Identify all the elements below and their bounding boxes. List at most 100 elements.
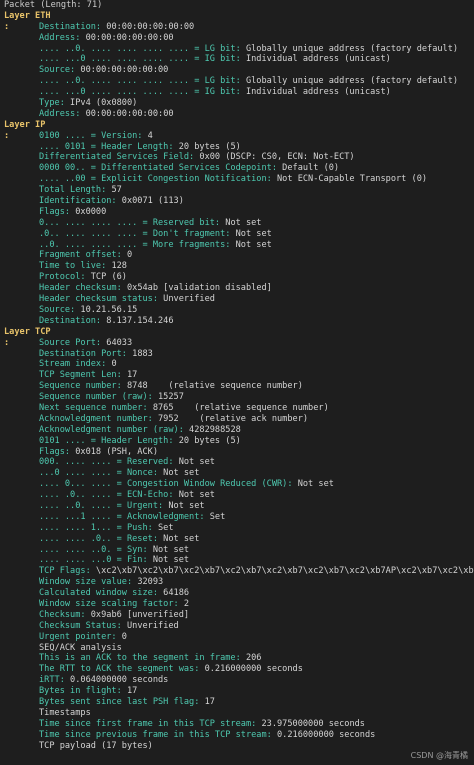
field-value: Globally unique address (factory default… (240, 43, 459, 54)
layer-title[interactable]: Layer TCP (0, 327, 474, 338)
field-row: Checksum Status: Unverified (0, 621, 474, 632)
field-row: .... ..00 = Explicit Congestion Notifica… (0, 174, 474, 185)
field-value: Individual address (unicast) (240, 54, 391, 65)
field-row: Sequence number: 8748 (relative sequence… (0, 381, 474, 392)
field-key: Protocol: (39, 272, 86, 283)
field-row: Total Length: 57 (0, 185, 474, 196)
field-row: Differentiated Services Field: 0x00 (DSC… (0, 152, 474, 163)
field-row: 000. .... .... = Reserved: Not set (0, 457, 474, 468)
field-row: Identification: 0x0071 (113) (0, 196, 474, 207)
layer-colon-marker: : (4, 21, 10, 32)
packet-header: Packet (Length: 71) (4, 0, 103, 10)
field-key: ..0. .... .... .... = More fragments: (39, 239, 231, 250)
field-row: .... .... .0.. = Reset: Not set (0, 534, 474, 545)
field-key: The RTT to ACK the segment was: (39, 664, 200, 675)
field-key: Time to live: (39, 261, 107, 272)
field-row: Checksum: 0x9ab6 [unverified] (0, 610, 474, 621)
layer-colon-marker: : (4, 337, 10, 348)
field-key: .... .... .0.. = Reset: (39, 533, 158, 544)
field-row: SEQ/ACK analysis (0, 643, 474, 654)
field-value: Not set (158, 533, 200, 544)
field-value: 23.975000000 seconds (256, 718, 365, 729)
field-row: Type: IPv4 (0x0800) (0, 98, 474, 109)
field-key: Flags: (39, 206, 71, 217)
field-key: Type: (39, 98, 65, 109)
field-value: 2 (178, 598, 190, 609)
field-key: iRTT: (39, 675, 65, 686)
field-value: 7952 (relative ack number) (152, 413, 309, 424)
layer-title[interactable]: Layer IP (0, 120, 474, 131)
field-row: TCP Flags: \xc2\xb7\xc2\xb7\xc2\xb7\xc2\… (0, 566, 474, 577)
field-value: Not set (147, 544, 190, 555)
field-value: 128 (106, 261, 127, 272)
field-value: 8748 (relative sequence number) (121, 381, 303, 392)
field-key: Destination: (39, 21, 102, 32)
field-key: Checksum: (39, 609, 86, 620)
field-row: Destination: 8.137.154.246 (0, 316, 474, 327)
field-value: Not set (173, 490, 215, 501)
field-group-label: SEQ/ACK analysis (39, 642, 122, 653)
field-key: Bytes sent since last PSH flag: (39, 697, 200, 707)
field-value: 64186 (158, 588, 190, 599)
field-row: Acknowledgment number (raw): 4282988528 (0, 425, 474, 436)
field-group-label: TCP payload (17 bytes) (39, 740, 153, 751)
field-value: 10.21.56.15 (75, 304, 138, 315)
field-row: Bytes sent since last PSH flag: 17 (0, 697, 474, 708)
field-key: .... ...1 .... = Acknowledgment: (39, 511, 205, 522)
field-key: .... .... ..0. = Syn: (39, 544, 148, 555)
field-row: Source: 10.21.56.15 (0, 305, 474, 316)
field-row: The RTT to ACK the segment was: 0.216000… (0, 664, 474, 675)
field-row: .... ...0 .... .... .... .... = IG bit: … (0, 87, 474, 98)
field-key: .... .0.. .... = ECN-Echo: (39, 490, 174, 501)
field-row: Time since first frame in this TCP strea… (0, 719, 474, 730)
field-key: Source Port: (39, 337, 102, 348)
field-value: 0 (121, 250, 133, 261)
field-row: Window size value: 32093 (0, 577, 474, 588)
field-value: 20 bytes (5) (173, 141, 241, 152)
field-key: .... ...0 .... .... .... .... = IG bit: (39, 87, 241, 98)
field-key: Bytes in flight: (39, 686, 122, 697)
field-row: : Destination: 00:00:00:00:00:00 (0, 22, 474, 33)
field-value: Not set (147, 555, 190, 566)
field-value: Set (204, 511, 226, 522)
field-value: 32093 (132, 577, 164, 588)
field-value: 0x00 (DSCP: CS0, ECN: Not-ECT) (194, 152, 355, 163)
field-row: .... ..0. .... = Urgent: Not set (0, 501, 474, 512)
field-key: .... ..0. .... = Urgent: (39, 500, 164, 511)
field-value: 20 bytes (5) (173, 435, 241, 446)
field-key: .... .... 1... = Push: (39, 522, 153, 533)
field-row: TCP payload (17 bytes) (0, 741, 474, 752)
field-key: Window size value: (39, 577, 133, 588)
field-row: Address: 00:00:00:00:00:00 (0, 33, 474, 44)
field-key: ...0 .... .... = Nonce: (39, 468, 158, 479)
field-key: This is an ACK to the segment in frame: (39, 653, 241, 664)
field-value: 00:00:00:00:00:00 (80, 108, 174, 119)
field-value: 206 (240, 653, 262, 664)
field-key: .... 0... .... = Congestion Window Reduc… (39, 479, 293, 490)
field-key: 000. .... .... = Reserved: (39, 457, 174, 468)
layer-title[interactable]: Layer ETH (0, 11, 474, 22)
field-key: Header checksum status: (39, 294, 158, 305)
field-row: Calculated window size: 64186 (0, 588, 474, 599)
field-row: iRTT: 0.064000000 seconds (0, 675, 474, 686)
field-value: 0.064000000 seconds (64, 675, 169, 686)
field-row: .... .... 1... = Push: Set (0, 523, 474, 534)
field-key: 0101 .... = Header Length: (39, 435, 174, 446)
field-value: Not set (230, 228, 272, 239)
field-row: Destination Port: 1883 (0, 349, 474, 360)
field-value: 00:00:00:00:00:00 (75, 65, 169, 76)
field-value: 4282988528 (183, 424, 241, 435)
field-row: .... ...0 .... .... .... .... = IG bit: … (0, 54, 474, 65)
field-value: Set (152, 522, 174, 533)
field-key: 0100 .... = Version: (39, 130, 143, 141)
field-key: 0... .... .... .... = Reserved bit: (39, 217, 221, 228)
field-row: Protocol: TCP (6) (0, 272, 474, 283)
field-row: .... 0101 = Header Length: 20 bytes (5) (0, 142, 474, 153)
field-row: Address: 00:00:00:00:00:00 (0, 109, 474, 120)
field-value: IPv4 (0x0800) (64, 98, 138, 109)
field-key: .... ...0 .... .... .... .... = IG bit: (39, 54, 241, 65)
field-key: Identification: (39, 196, 117, 207)
field-row: Stream index: 0 (0, 359, 474, 370)
field-key: TCP Segment Len: (39, 370, 122, 381)
field-value: Not set (163, 500, 205, 511)
